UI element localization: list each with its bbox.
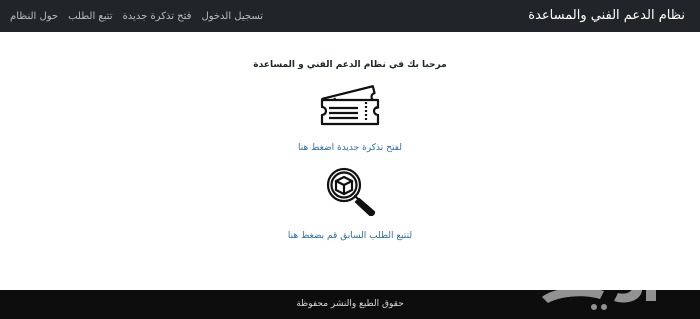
nav-link-login[interactable]: تسجيل الدخول (201, 10, 263, 23)
nav-link-about[interactable]: حول النظام (10, 10, 58, 23)
welcome-heading: مرحبا بك في نظام الدعم الفني و المساعدة (253, 60, 447, 70)
new-ticket-link[interactable]: لفتح تذكرة جديدة اضغط هنا (298, 143, 402, 153)
track-request-link[interactable]: لتتبع الطلب السابق قم بضغط هنا (288, 231, 412, 241)
brand-title[interactable]: نظام الدعم الفني والمساعدة (528, 8, 685, 24)
navbar: نظام الدعم الفني والمساعدة حول النظام تت… (0, 0, 700, 32)
copyright-text: حقوق الطبع والنشر محفوظة (296, 299, 404, 309)
tickets-icon[interactable] (318, 82, 384, 128)
nav-link-track-request[interactable]: تتبع الطلب (68, 10, 112, 23)
nav-link-new-ticket[interactable]: فتح تذكرة جديدة (123, 10, 192, 23)
track-request-link-wrap: لتتبع الطلب السابق قم بضغط هنا (0, 223, 700, 242)
new-ticket-link-wrap: لفتح تذكرة جديدة اضغط هنا (0, 135, 700, 154)
footer: حقوق الطبع والنشر محفوظة (0, 290, 700, 319)
nav-links: حول النظام تتبع الطلب فتح تذكرة جديدة تس… (10, 10, 263, 23)
main-content: مرحبا بك في نظام الدعم الفني و المساعدة … (0, 32, 700, 290)
magnifier-box-icon[interactable] (322, 166, 380, 216)
